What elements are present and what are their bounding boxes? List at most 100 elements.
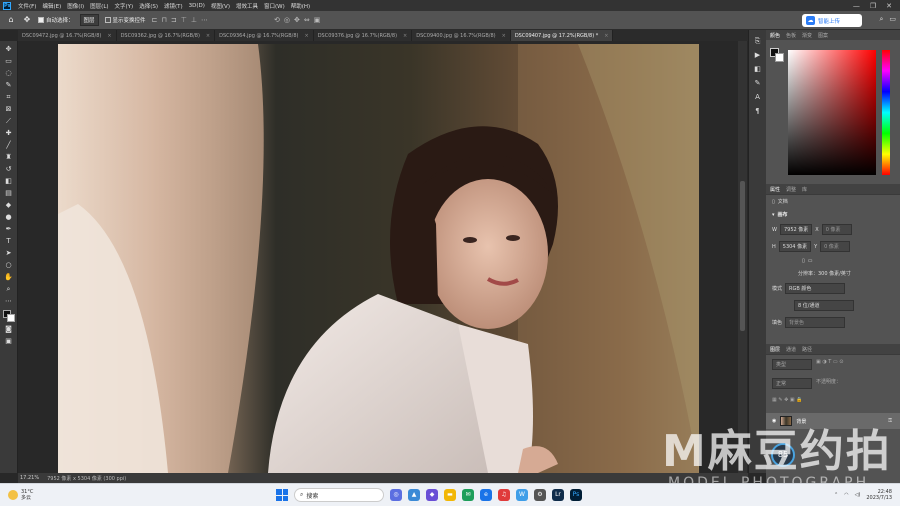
taskbar-search[interactable]: ⌕ 搜索 xyxy=(294,488,384,502)
brush-tool-icon[interactable]: ╱ xyxy=(2,139,16,151)
history-icon[interactable]: ⎘ xyxy=(752,36,764,46)
settings-icon[interactable]: ⚙ xyxy=(534,489,546,501)
gradient-tool-icon[interactable]: ▤ xyxy=(2,187,16,199)
tab-dsc09362[interactable]: DSC09362.jpg @ 16.7%(RGB/8) × xyxy=(116,30,216,41)
menu-image[interactable]: 图像(I) xyxy=(64,2,87,10)
tab-channels[interactable]: 通道 xyxy=(786,346,796,353)
lightroom-icon[interactable]: Lr xyxy=(552,489,564,501)
x-input[interactable]: 0 像素 xyxy=(821,224,852,235)
menu-plugins[interactable]: 增效工具 xyxy=(233,2,261,10)
history-brush-icon[interactable]: ↺ xyxy=(2,163,16,175)
explorer-icon[interactable]: ▲ xyxy=(408,489,420,501)
zoom-level[interactable]: 17.21% xyxy=(20,475,39,481)
tab-dsc09407[interactable]: DSC09407.jpg @ 17.2%(RGB/8) * × xyxy=(510,30,614,41)
auto-select-checkbox[interactable]: 自动选择： xyxy=(38,16,74,24)
pen-tool-icon[interactable]: ✒ xyxy=(2,223,16,235)
blend-mode-select[interactable]: 正常 xyxy=(772,378,812,389)
3d-pan-icon[interactable]: ✥ xyxy=(294,16,300,24)
menu-file[interactable]: 文件(F) xyxy=(15,2,39,10)
background-chip[interactable] xyxy=(775,53,784,62)
mode-select[interactable]: RGB 颜色 xyxy=(785,283,846,294)
tab-patterns[interactable]: 图案 xyxy=(818,32,828,39)
menu-filter[interactable]: 滤镜(T) xyxy=(161,2,186,10)
clock[interactable]: 22:48 2023/7/13 xyxy=(866,489,892,501)
depth-select[interactable]: 8 位/通道 xyxy=(794,300,854,311)
close-tab-icon[interactable]: × xyxy=(107,33,111,39)
search-icon[interactable]: ⌕ xyxy=(879,15,883,24)
tab-swatches[interactable]: 色板 xyxy=(786,32,796,39)
frame-tool-icon[interactable]: ⊠ xyxy=(2,103,16,115)
app-icon[interactable]: ◆ xyxy=(426,489,438,501)
folder-icon[interactable]: ▬ xyxy=(444,489,456,501)
blur-tool-icon[interactable]: ◆ xyxy=(2,199,16,211)
move-tool-icon[interactable]: ✥ xyxy=(2,43,16,55)
eraser-tool-icon[interactable]: ◧ xyxy=(2,175,16,187)
portrait-icon[interactable]: ▯ xyxy=(802,258,805,264)
tab-dsc09400[interactable]: DSC09400.jpg @ 16.7%(RGB/8) × xyxy=(412,30,511,41)
artboard-tool-icon[interactable]: ▭ xyxy=(2,55,16,67)
menu-type[interactable]: 文字(Y) xyxy=(112,2,137,10)
lock-icon[interactable]: ⚿ xyxy=(888,418,892,424)
foreground-background-swatch[interactable] xyxy=(2,309,16,323)
auto-select-dropdown[interactable]: 图层 xyxy=(79,14,99,26)
height-input[interactable]: 5304 像素 xyxy=(778,241,812,252)
close-tab-icon[interactable]: × xyxy=(304,33,308,39)
wifi-icon[interactable]: ◠ xyxy=(844,492,848,498)
quick-mask-icon[interactable]: ◙ xyxy=(2,323,16,335)
close-button[interactable]: ✕ xyxy=(886,2,892,10)
home-icon[interactable]: ⌂ xyxy=(6,15,16,25)
menu-view[interactable]: 视图(V) xyxy=(208,2,233,10)
tab-paths[interactable]: 路径 xyxy=(802,346,812,353)
tray-arrow-icon[interactable]: ⌃ xyxy=(834,492,838,498)
healing-tool-icon[interactable]: ✚ xyxy=(2,127,16,139)
filter-icons[interactable]: ▣ ◑ T ▭ ⊙ xyxy=(816,359,843,370)
close-tab-icon[interactable]: × xyxy=(604,33,608,39)
menu-edit[interactable]: 编辑(E) xyxy=(39,2,64,10)
hue-slider[interactable] xyxy=(882,50,890,175)
color-field[interactable] xyxy=(788,50,876,175)
3d-rotate-icon[interactable]: ⟲ xyxy=(274,16,280,24)
workspace-icon[interactable]: ▭ xyxy=(889,15,896,24)
fill-select[interactable]: 背景色 xyxy=(785,317,846,328)
lock-icons[interactable]: ▦ ✎ ✥ ▣ 🔒 xyxy=(772,397,802,403)
tab-dsc09472[interactable]: DSC09472.jpg @ 16.7%(RGB/8) × xyxy=(18,30,117,41)
close-tab-icon[interactable]: × xyxy=(206,33,210,39)
edge-icon[interactable]: e xyxy=(480,489,492,501)
shape-tool-icon[interactable]: ○ xyxy=(2,259,16,271)
paragraph-icon[interactable]: ¶ xyxy=(752,106,764,116)
dodge-tool-icon[interactable]: ● xyxy=(2,211,16,223)
maximize-button[interactable]: ❐ xyxy=(870,2,876,10)
path-select-tool-icon[interactable]: ➤ xyxy=(2,247,16,259)
smart-upload-button[interactable]: ☁ 智能上传 xyxy=(802,14,862,27)
align-center-icon[interactable]: ⊓ xyxy=(161,16,166,24)
color-fg-bg[interactable] xyxy=(770,48,784,62)
lasso-tool-icon[interactable]: ◌ xyxy=(2,67,16,79)
width-input[interactable]: 7952 像素 xyxy=(779,224,813,235)
3d-slide-icon[interactable]: ⇔ xyxy=(304,16,310,24)
layer-filter-select[interactable]: 类型 xyxy=(772,359,812,370)
wps-icon[interactable]: W xyxy=(516,489,528,501)
swatch-icon[interactable]: ◧ xyxy=(752,64,764,74)
tab-color[interactable]: 颜色 xyxy=(770,32,780,39)
more-tools-icon[interactable]: ⋯ xyxy=(2,295,16,307)
stamp-tool-icon[interactable]: ♜ xyxy=(2,151,16,163)
align-top-icon[interactable]: ⊤ xyxy=(181,16,187,24)
3d-scale-icon[interactable]: ▣ xyxy=(314,16,321,24)
chevron-down-icon[interactable]: ▾ xyxy=(772,212,775,218)
crop-tool-icon[interactable]: ⌗ xyxy=(2,91,16,103)
menu-window[interactable]: 窗口(W) xyxy=(261,2,288,10)
tab-properties[interactable]: 属性 xyxy=(770,186,780,193)
menu-help[interactable]: 帮助(H) xyxy=(288,2,313,10)
actions-icon[interactable]: ▶ xyxy=(752,50,764,60)
move-tool-icon[interactable]: ✥ xyxy=(22,15,32,25)
close-tab-icon[interactable]: × xyxy=(502,33,506,39)
canvas-area[interactable] xyxy=(18,41,738,473)
landscape-icon[interactable]: ▭ xyxy=(808,258,813,264)
layer-background[interactable]: ◉ 背景 ⚿ xyxy=(766,413,900,429)
document-info[interactable]: 7952 像素 x 5304 像素 (300 ppi) xyxy=(47,475,126,482)
tab-layers[interactable]: 图层 xyxy=(770,346,780,353)
wechat-icon[interactable]: ✉ xyxy=(462,489,474,501)
distribute-icon[interactable]: ⋯ xyxy=(201,16,208,24)
hand-tool-icon[interactable]: ✋ xyxy=(2,271,16,283)
type-tool-icon[interactable]: T xyxy=(2,235,16,247)
